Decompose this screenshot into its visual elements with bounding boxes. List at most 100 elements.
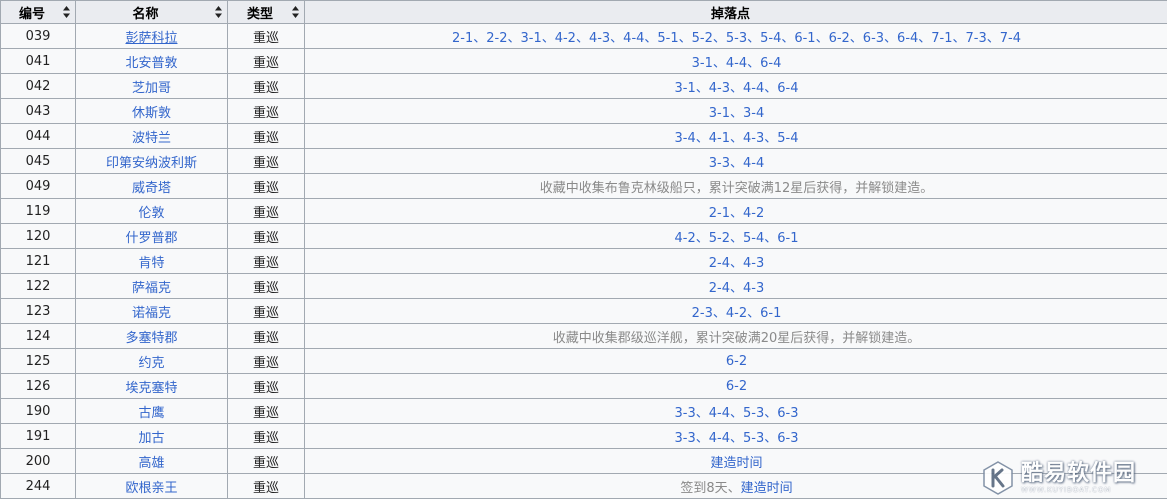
cell-drop: 3-3、4-4	[304, 148, 1167, 174]
ship-name-link[interactable]: 彭萨科拉	[125, 31, 177, 46]
cell-drop: 6-2	[304, 348, 1167, 374]
drop-locations[interactable]: 3-1、4-3、4-4、6-4	[675, 81, 799, 96]
table-row: 041 北安普敦 重巡 3-1、4-4、6-4	[0, 48, 1167, 74]
ship-name-link[interactable]: 印第安纳波利斯	[106, 156, 197, 171]
ship-name-link[interactable]: 古鹰	[138, 406, 164, 421]
cell-name: 加古	[75, 423, 228, 449]
cell-type: 重巡	[227, 348, 305, 374]
ship-name-link[interactable]: 萨福克	[132, 281, 171, 296]
ship-name-link[interactable]: 伦敦	[138, 206, 164, 221]
ship-name-link[interactable]: 北安普敦	[125, 56, 177, 71]
cell-name: 萨福克	[75, 273, 228, 299]
ship-name-link[interactable]: 什罗普郡	[125, 231, 177, 246]
sort-icon[interactable]	[215, 6, 222, 18]
cell-name: 诺福克	[75, 298, 228, 324]
column-header-label: 掉落点	[710, 6, 750, 22]
cell-name: 芝加哥	[75, 73, 228, 99]
cell-drop: 3-1、3-4	[304, 98, 1167, 124]
cell-drop: 2-3、4-2、6-1	[304, 298, 1167, 324]
table-row: 049 威奇塔 重巡 收藏中收集布鲁克林级船只，累计突破满12星后获得，并解锁建造。	[0, 173, 1167, 199]
cell-id: 122	[0, 273, 76, 299]
ship-name-link[interactable]: 威奇塔	[132, 181, 171, 196]
cell-id: 244	[0, 473, 76, 499]
column-header-label: 类型	[246, 6, 273, 22]
ship-name-link[interactable]: 高雄	[138, 456, 164, 471]
cell-name: 威奇塔	[75, 173, 228, 199]
sort-icon[interactable]	[63, 6, 70, 18]
drop-locations[interactable]: 3-3、4-4、5-3、6-3	[675, 406, 799, 421]
cell-type: 重巡	[227, 298, 305, 324]
cell-name: 印第安纳波利斯	[75, 148, 228, 174]
column-header-label: 名称	[132, 6, 159, 22]
table-row: 121 肯特 重巡 2-4、4-3	[0, 248, 1167, 274]
ship-name-link[interactable]: 波特兰	[132, 131, 171, 146]
watermark-title: 酷易软件园	[1021, 460, 1137, 486]
cell-type: 重巡	[227, 48, 305, 74]
cell-id: 043	[0, 98, 76, 124]
column-header-name[interactable]: 名称	[75, 0, 228, 24]
sort-icon[interactable]	[292, 6, 299, 18]
ship-name-link[interactable]: 埃克塞特	[125, 381, 177, 396]
ship-name-link[interactable]: 约克	[138, 356, 164, 371]
drop-locations[interactable]: 3-4、4-1、4-3、5-4	[675, 131, 799, 146]
ship-name-link[interactable]: 加古	[138, 431, 164, 446]
drop-locations[interactable]: 3-3、4-4、5-3、6-3	[675, 431, 799, 446]
ship-name-link[interactable]: 多塞特郡	[125, 331, 177, 346]
ship-name-link[interactable]: 诺福克	[132, 306, 171, 321]
drop-locations[interactable]: 6-2	[726, 354, 747, 369]
cell-name: 欧根亲王	[75, 473, 228, 499]
cell-type: 重巡	[227, 198, 305, 224]
cell-type: 重巡	[227, 73, 305, 99]
cell-drop: 2-4、4-3	[304, 248, 1167, 274]
cell-type: 重巡	[227, 473, 305, 499]
cell-drop: 2-1、4-2	[304, 198, 1167, 224]
table-row: 039 彭萨科拉 重巡 2-1、2-2、3-1、4-2、4-3、4-4、5-1、5-2…	[0, 23, 1167, 49]
table-row: 120 什罗普郡 重巡 4-2、5-2、5-4、6-1	[0, 223, 1167, 249]
ship-name-link[interactable]: 肯特	[138, 256, 164, 271]
table-row: 119 伦敦 重巡 2-1、4-2	[0, 198, 1167, 224]
cell-name: 北安普敦	[75, 48, 228, 74]
cell-drop: 3-3、4-4、5-3、6-3	[304, 423, 1167, 449]
cell-name: 休斯敦	[75, 98, 228, 124]
cell-name: 伦敦	[75, 198, 228, 224]
cell-id: 123	[0, 298, 76, 324]
drop-locations[interactable]: 2-1、2-2、3-1、4-2、4-3、4-4、5-1、5-2、5-3、5-4、…	[452, 31, 1021, 46]
cell-type: 重巡	[227, 248, 305, 274]
drop-locations[interactable]: 2-4、4-3	[709, 281, 764, 296]
drop-locations[interactable]: 3-1、3-4	[709, 106, 764, 121]
cell-id: 044	[0, 123, 76, 149]
drop-locations[interactable]: 3-3、4-4	[709, 156, 764, 171]
cell-name: 彭萨科拉	[75, 23, 228, 49]
cell-name: 多塞特郡	[75, 323, 228, 349]
drop-locations[interactable]: 2-1、4-2	[709, 206, 764, 221]
cell-id: 124	[0, 323, 76, 349]
drop-locations[interactable]: 3-1、4-4、6-4	[692, 56, 782, 71]
cell-drop: 2-1、2-2、3-1、4-2、4-3、4-4、5-1、5-2、5-3、5-4、…	[304, 23, 1167, 49]
cell-name: 高雄	[75, 448, 228, 474]
ship-name-link[interactable]: 芝加哥	[132, 81, 171, 96]
cell-id: 191	[0, 423, 76, 449]
table-row: 045 印第安纳波利斯 重巡 3-3、4-4	[0, 148, 1167, 174]
drop-locations[interactable]: 建造时间	[710, 456, 762, 471]
column-header-type[interactable]: 类型	[227, 0, 305, 24]
cell-id: 200	[0, 448, 76, 474]
cell-id: 042	[0, 73, 76, 99]
drop-locations[interactable]: 2-4、4-3	[709, 256, 764, 271]
table-row: 125 约克 重巡 6-2	[0, 348, 1167, 374]
ship-name-link[interactable]: 休斯敦	[132, 106, 171, 121]
drop-locations[interactable]: 2-3、4-2、6-1	[692, 306, 782, 321]
cell-type: 重巡	[227, 373, 305, 399]
ship-name-link[interactable]: 欧根亲王	[125, 481, 177, 496]
cell-drop: 3-1、4-4、6-4	[304, 48, 1167, 74]
drop-locations[interactable]: 4-2、5-2、5-4、6-1	[675, 231, 799, 246]
drop-link[interactable]: 建造时间	[741, 481, 793, 496]
cell-type: 重巡	[227, 223, 305, 249]
cell-id: 039	[0, 23, 76, 49]
table-row: 043 休斯敦 重巡 3-1、3-4	[0, 98, 1167, 124]
drop-note: 收藏中收集郡级巡洋舰，累计突破满20星后获得，并解锁建造。	[552, 330, 921, 346]
drop-locations[interactable]: 6-2	[726, 379, 747, 394]
cell-drop: 收藏中收集郡级巡洋舰，累计突破满20星后获得，并解锁建造。	[304, 323, 1167, 349]
table-row: 190 古鹰 重巡 3-3、4-4、5-3、6-3	[0, 398, 1167, 424]
column-header-id[interactable]: 编号	[0, 0, 76, 24]
cell-id: 041	[0, 48, 76, 74]
